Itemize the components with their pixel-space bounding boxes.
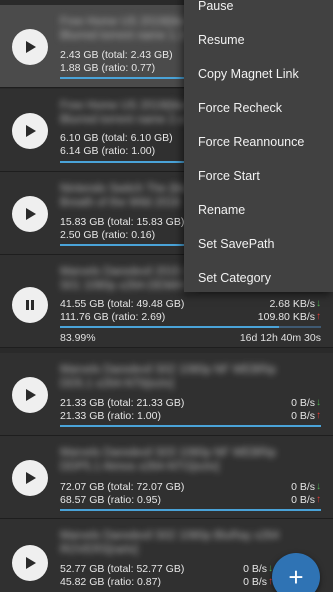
size-text: 72.07 GB (total: 72.07 GB)	[60, 481, 185, 493]
upload-text: 2.50 GB (ratio: 0.16)	[60, 228, 156, 241]
arrow-up-icon: ↑	[316, 493, 321, 505]
menu-item-pause[interactable]: Pause	[198, 0, 327, 16]
upload-text: 111.76 GB (ratio: 2.69)	[60, 310, 166, 323]
play-icon[interactable]	[12, 377, 48, 413]
size-text: 21.33 GB (total: 21.33 GB)	[60, 397, 185, 409]
download-speed: 2.68 KB/s	[269, 298, 315, 310]
eta-text: 16d 12h 40m 30s	[239, 332, 321, 344]
torrent-row[interactable]: Marvels Daredevil S02 1080p NF WEBRip DD…	[0, 353, 333, 436]
download-speed: 0 B/s	[291, 397, 315, 409]
menu-item-force-reannounce[interactable]: Force Reannounce	[198, 132, 327, 152]
download-speed: 0 B/s	[291, 481, 315, 493]
play-icon[interactable]	[12, 460, 48, 496]
arrow-up-icon: ↑	[316, 409, 321, 421]
size-text: 6.10 GB (total: 6.10 GB)	[60, 132, 173, 144]
plus-icon: +	[288, 562, 304, 592]
torrent-stats: 41.55 GB (total: 49.48 GB) 2.68 KB/s ↓ 11…	[60, 298, 321, 323]
menu-item-rename[interactable]: Rename	[198, 200, 327, 220]
torrent-title: Marvels Daredevil S02 1080p BluRay x264 …	[60, 530, 280, 556]
play-icon[interactable]	[12, 113, 48, 149]
size-text: 52.77 GB (total: 52.77 GB)	[60, 563, 185, 575]
play-icon[interactable]	[12, 196, 48, 232]
progress-meta: 83.99% 16d 12h 40m 30s	[60, 332, 321, 344]
torrent-title: Marvels Daredevil S02 1080p NF WEBRip DD…	[60, 364, 277, 390]
progress-bar	[60, 326, 321, 328]
upload-speed: 0 B/s	[291, 409, 315, 422]
upload-text: 68.57 GB (ratio: 0.95)	[60, 493, 161, 506]
arrow-down-icon: ↓	[316, 397, 321, 408]
upload-text: 21.33 GB (ratio: 1.00)	[60, 409, 161, 422]
play-icon[interactable]	[12, 29, 48, 65]
arrow-down-icon: ↓	[316, 298, 321, 309]
torrent-stats: 21.33 GB (total: 21.33 GB) 0 B/s ↓ 21.33 …	[60, 397, 321, 422]
upload-text: 45.82 GB (ratio: 0.87)	[60, 575, 161, 588]
progress-bar	[60, 425, 321, 427]
arrow-up-icon: ↑	[316, 310, 321, 322]
progress-percent: 83.99%	[60, 332, 96, 344]
arrow-down-icon: ↓	[316, 481, 321, 492]
context-menu: Pause Resume Copy Magnet Link Force Rech…	[184, 0, 333, 292]
menu-item-resume[interactable]: Resume	[198, 30, 327, 50]
upload-speed: 109.80 KB/s	[257, 310, 315, 323]
torrent-stats: 72.07 GB (total: 72.07 GB) 0 B/s ↓ 68.57 …	[60, 481, 321, 506]
menu-item-copy-magnet-link[interactable]: Copy Magnet Link	[198, 64, 327, 84]
torrent-row[interactable]: Marvels Daredevil S03 1080p NF WEBRip DD…	[0, 436, 333, 519]
upload-speed: 0 B/s	[291, 493, 315, 506]
progress-bar	[60, 509, 321, 511]
pause-icon[interactable]	[12, 287, 48, 323]
menu-item-force-start[interactable]: Force Start	[198, 166, 327, 186]
menu-item-set-category[interactable]: Set Category	[198, 268, 327, 288]
size-text: 2.43 GB (total: 2.43 GB)	[60, 49, 173, 61]
upload-speed: 0 B/s	[243, 575, 267, 588]
download-speed: 0 B/s	[243, 563, 267, 575]
menu-item-set-savepath[interactable]: Set SavePath	[198, 234, 327, 254]
upload-text: 1.88 GB (ratio: 0.77)	[60, 61, 156, 74]
torrent-title: Marvels Daredevil S03 1080p NF WEBRip DD…	[60, 447, 277, 473]
play-icon[interactable]	[12, 545, 48, 581]
upload-text: 6.14 GB (ratio: 1.00)	[60, 144, 156, 157]
size-text: 41.55 GB (total: 49.48 GB)	[60, 298, 185, 310]
size-text: 15.83 GB (total: 15.83 GB)	[60, 216, 185, 228]
menu-item-force-recheck[interactable]: Force Recheck	[198, 98, 327, 118]
